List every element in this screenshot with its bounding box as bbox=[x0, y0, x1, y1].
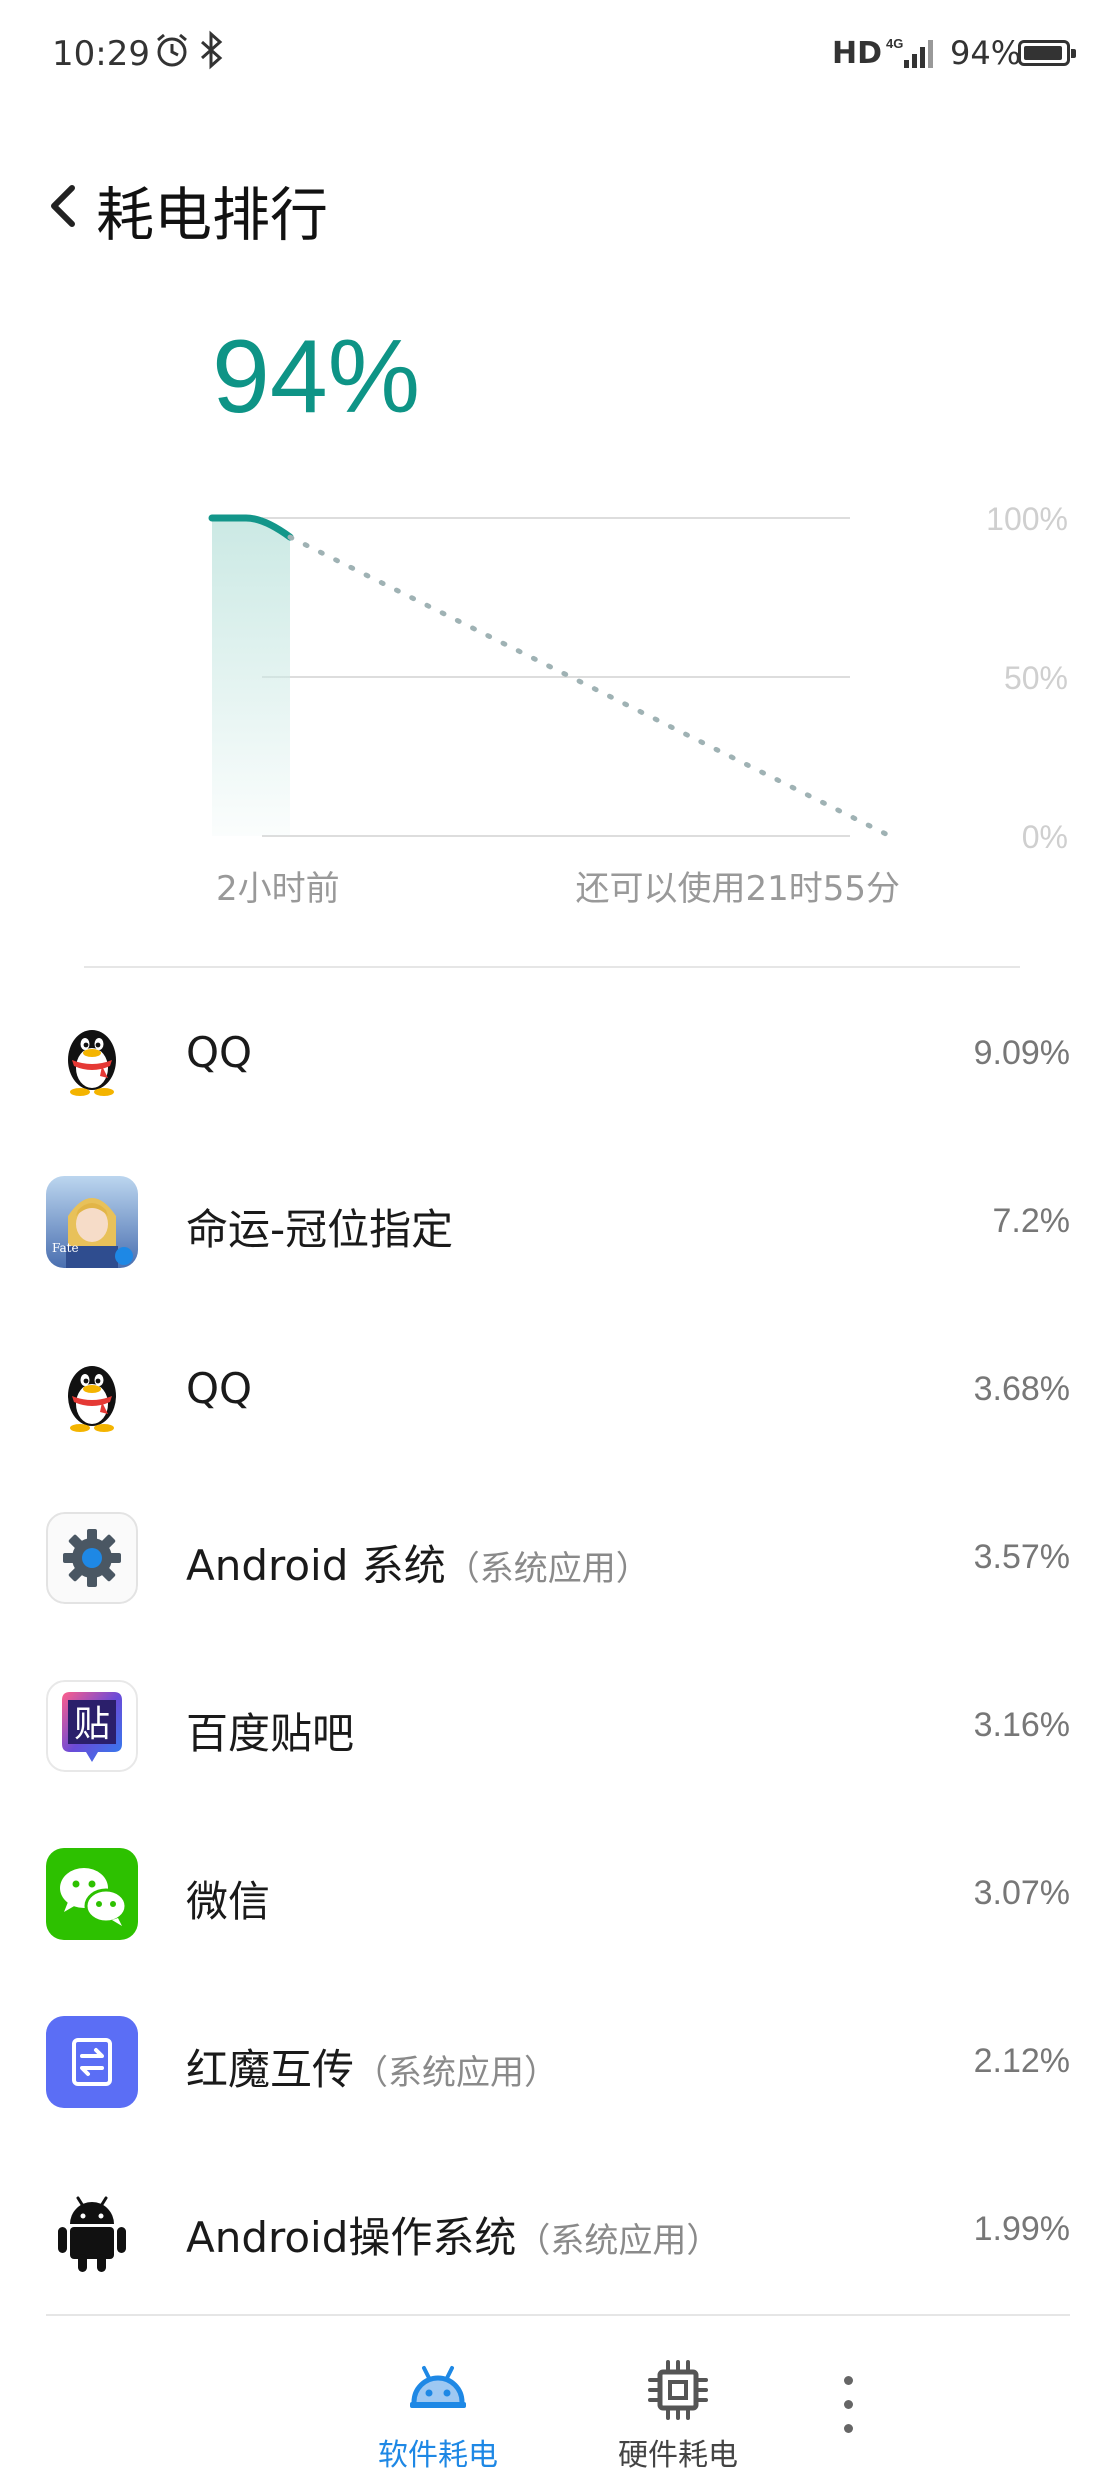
chevron-left-icon bbox=[51, 185, 75, 227]
remaining-time-label: 还可以使用21时55分 bbox=[575, 869, 900, 909]
system-app-tag: （系统应用） bbox=[445, 1549, 650, 1589]
divider bbox=[84, 966, 1020, 968]
chip-icon bbox=[648, 2360, 708, 2420]
more-options-button[interactable] bbox=[830, 2368, 866, 2448]
app-usage-percent: 3.16% bbox=[973, 1706, 1070, 1744]
divider bbox=[46, 2314, 1070, 2316]
app-name: Android操作系统（系统应用） bbox=[186, 2204, 720, 2265]
network-type: HD bbox=[832, 36, 883, 71]
signal-icon: 4G bbox=[884, 36, 940, 76]
app-usage-percent: 3.07% bbox=[973, 1874, 1070, 1912]
tab-software-label: 软件耗电 bbox=[378, 2438, 498, 2473]
history-area bbox=[212, 518, 290, 836]
app-row[interactable]: 红魔互传（系统应用） 2.12% bbox=[0, 1978, 1116, 2146]
app-row[interactable]: Android操作系统（系统应用） 1.99% bbox=[0, 2146, 1116, 2314]
battery-percent: 94% bbox=[212, 319, 421, 435]
app-name-text: QQ bbox=[186, 1028, 253, 1077]
app-name-text: Android操作系统 bbox=[186, 2213, 517, 2262]
page-title: 耗电排行 bbox=[96, 181, 329, 249]
app-name-text: QQ bbox=[186, 1364, 253, 1413]
app-name-text: Android 系统 bbox=[186, 1541, 446, 1590]
y-tick-label: 50% bbox=[1004, 660, 1068, 696]
gear-icon bbox=[46, 1512, 138, 1604]
bottom-nav: 软件耗电 硬件耗电 bbox=[0, 2318, 1116, 2480]
app-name-text: 命运-冠位指定 bbox=[186, 1205, 454, 1254]
app-row[interactable]: Fate 命运-冠位指定 7.2% bbox=[0, 1138, 1116, 1306]
transfer-icon bbox=[46, 2016, 138, 2108]
android-robot-icon bbox=[410, 2366, 466, 2408]
app-usage-percent: 2.12% bbox=[973, 2042, 1070, 2080]
tab-software-usage[interactable]: 软件耗电 bbox=[338, 2318, 538, 2480]
app-name: QQ bbox=[186, 1364, 252, 1413]
wechat-icon bbox=[46, 1848, 138, 1940]
app-usage-percent: 1.99% bbox=[973, 2210, 1070, 2248]
tieba-icon: 贴 bbox=[46, 1680, 138, 1772]
app-name: Android 系统（系统应用） bbox=[186, 1532, 650, 1593]
battery-chart: 100% 50% 0% 2小时前 还可以使用21时55分 bbox=[0, 480, 1116, 940]
app-row[interactable]: QQ 9.09% bbox=[0, 970, 1116, 1138]
app-usage-percent: 3.68% bbox=[973, 1370, 1070, 1408]
y-tick-label: 0% bbox=[1022, 819, 1068, 855]
app-name: 红魔互传（系统应用） bbox=[186, 2036, 558, 2097]
x-start-label: 2小时前 bbox=[216, 869, 340, 909]
fgo-game-icon: Fate bbox=[46, 1176, 138, 1268]
projection-line bbox=[287, 534, 893, 839]
svg-text:贴: 贴 bbox=[74, 1704, 110, 1745]
battery-icon bbox=[1018, 40, 1076, 66]
y-tick-label: 100% bbox=[986, 501, 1068, 537]
more-dot-icon bbox=[844, 2376, 853, 2385]
svg-text:Fate: Fate bbox=[52, 1241, 79, 1255]
more-dot-icon bbox=[844, 2400, 853, 2409]
tab-hardware-usage[interactable]: 硬件耗电 bbox=[578, 2318, 778, 2480]
app-row[interactable]: Android 系统（系统应用） 3.57% bbox=[0, 1474, 1116, 1642]
app-row[interactable]: 贴 百度贴吧 3.16% bbox=[0, 1642, 1116, 1810]
app-name-text: 微信 bbox=[186, 1877, 271, 1926]
app-name-text: 红魔互传 bbox=[186, 2045, 355, 2094]
battery-percent-status: 94% bbox=[950, 34, 1022, 72]
app-name: QQ bbox=[186, 1028, 252, 1077]
app-usage-percent: 9.09% bbox=[973, 1034, 1070, 1072]
status-time: 10:29 bbox=[52, 34, 150, 74]
status-bar: 10:29 HD 4G 94% bbox=[0, 0, 1116, 110]
system-app-tag: （系统应用） bbox=[516, 2221, 721, 2261]
qq-icon bbox=[46, 1344, 138, 1436]
app-name: 微信 bbox=[186, 1868, 270, 1929]
app-usage-percent: 3.57% bbox=[973, 1538, 1070, 1576]
app-name: 命运-冠位指定 bbox=[186, 1196, 453, 1257]
qq-icon bbox=[46, 1008, 138, 1100]
app-name: 百度贴吧 bbox=[186, 1700, 354, 1761]
back-button[interactable] bbox=[40, 170, 90, 240]
svg-text:4G: 4G bbox=[886, 36, 903, 51]
alarm-icon bbox=[152, 30, 192, 74]
app-row[interactable]: 微信 3.07% bbox=[0, 1810, 1116, 1978]
app-name-text: 百度贴吧 bbox=[186, 1709, 355, 1758]
android-icon bbox=[46, 2184, 138, 2276]
app-usage-percent: 7.2% bbox=[992, 1202, 1071, 1240]
system-app-tag: （系统应用） bbox=[354, 2053, 559, 2093]
app-usage-list: QQ 9.09% Fate 命运-冠位指定 7.2% QQ 3.68% Andr… bbox=[0, 970, 1116, 2314]
bluetooth-icon bbox=[196, 30, 228, 74]
tab-hardware-label: 硬件耗电 bbox=[618, 2438, 738, 2473]
app-row[interactable]: QQ 3.68% bbox=[0, 1306, 1116, 1474]
more-dot-icon bbox=[844, 2424, 853, 2433]
